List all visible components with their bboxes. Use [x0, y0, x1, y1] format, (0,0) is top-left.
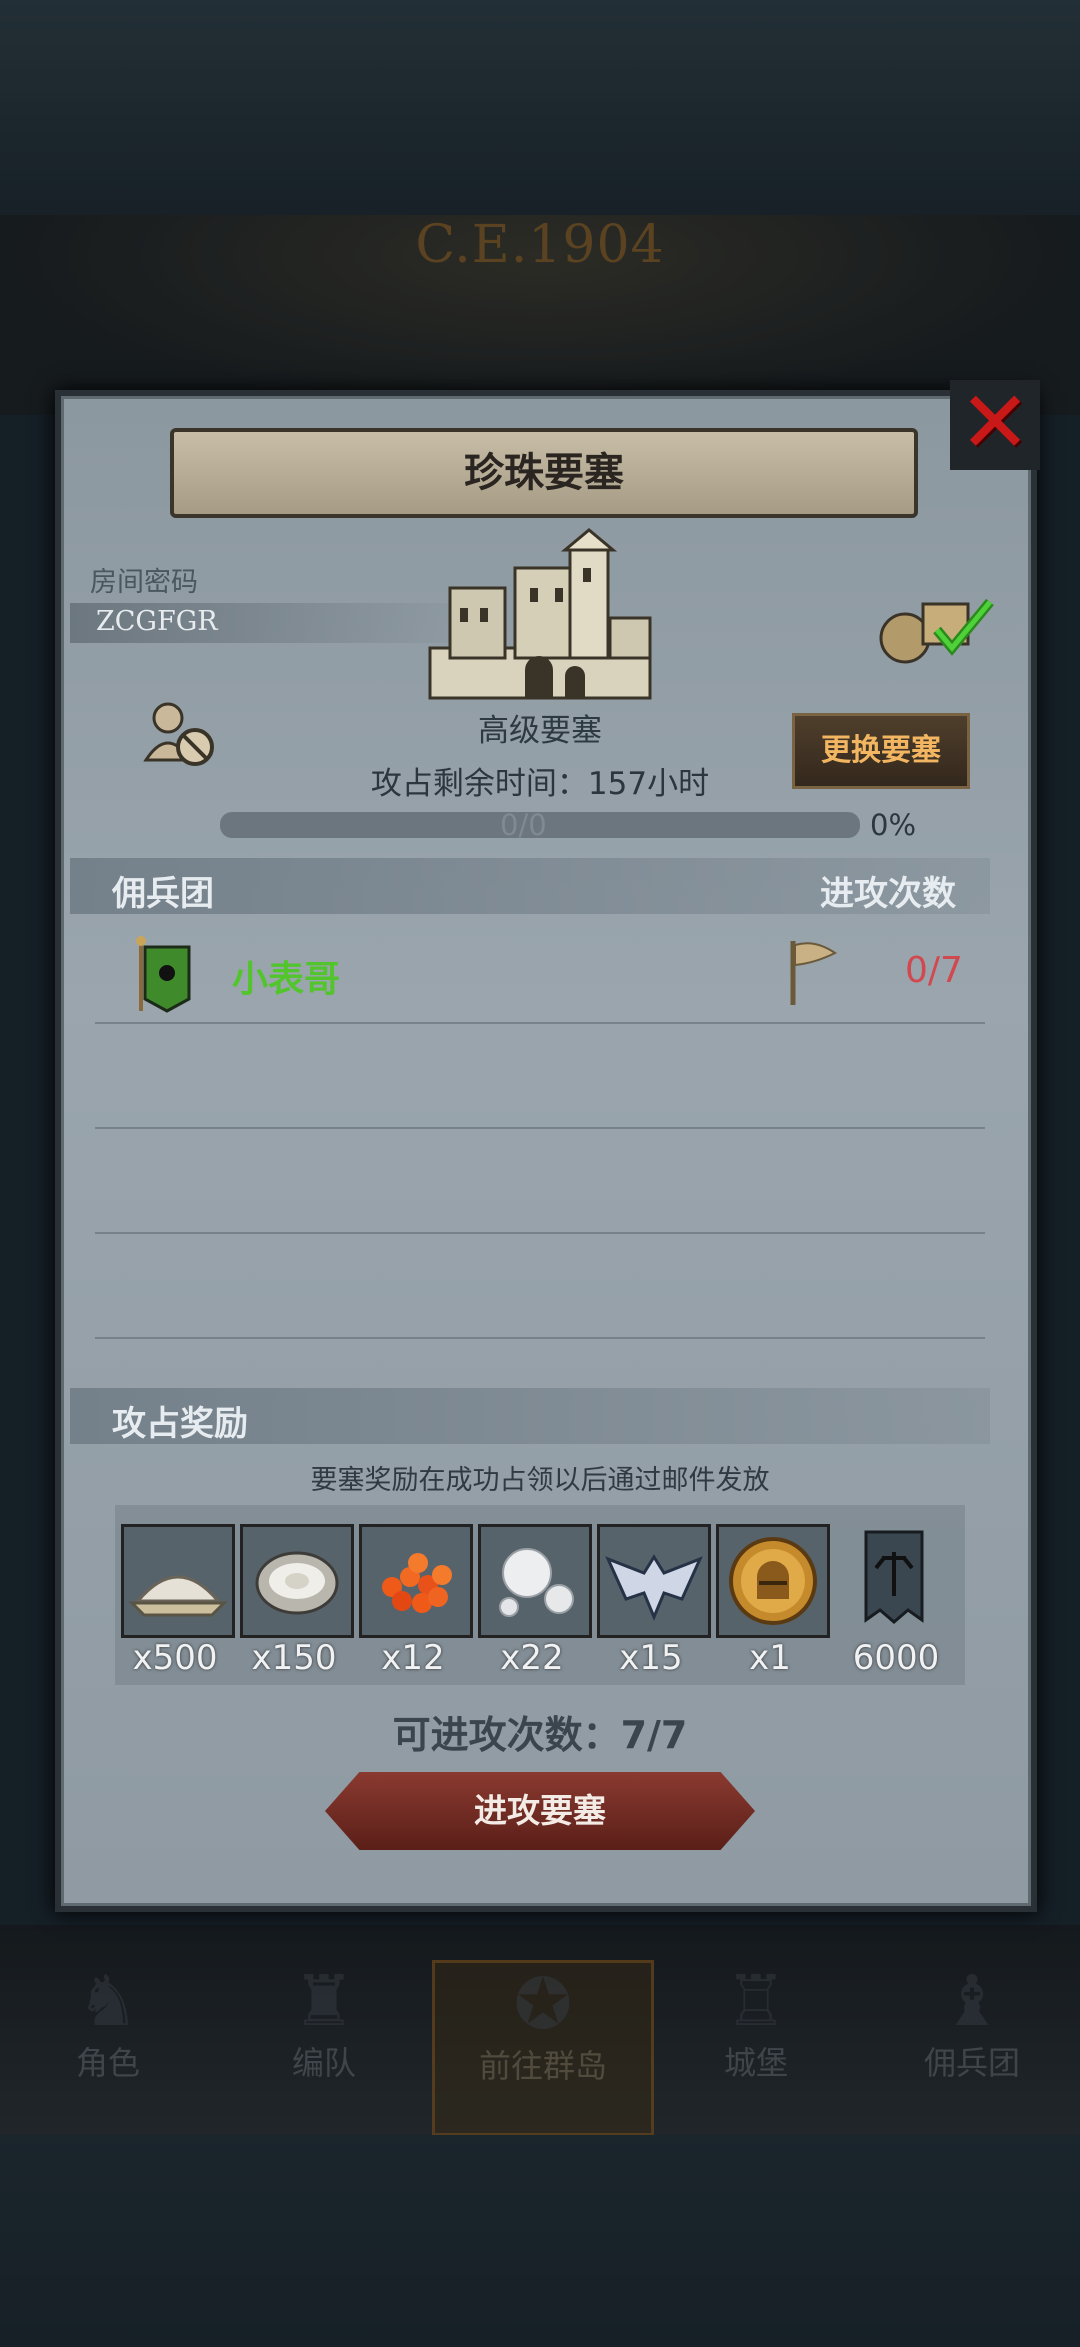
- attack-times-header: 进攻次数: [820, 874, 956, 914]
- flag-icon: [785, 937, 840, 1011]
- room-code[interactable]: ZCGFGR: [96, 606, 218, 637]
- row-divider: [95, 1022, 985, 1024]
- supply-bags-check-icon[interactable]: [875, 590, 1000, 669]
- close-icon: ✕: [958, 373, 1032, 473]
- reward-qty: x12: [381, 1638, 445, 1678]
- fortress-castle-icon: [420, 528, 660, 707]
- reward-qty: x22: [500, 1638, 564, 1678]
- guild-name[interactable]: 小表哥: [232, 950, 340, 1002]
- reward-qty: x15: [619, 1638, 683, 1678]
- reward-slot[interactable]: [240, 1524, 354, 1638]
- no-entry-user-icon[interactable]: [140, 700, 220, 774]
- reward-slot[interactable]: [716, 1524, 830, 1638]
- reward-qty: x150: [251, 1638, 337, 1678]
- reward-slot[interactable]: [121, 1524, 235, 1638]
- knight-helmet-coin-icon: [729, 1537, 817, 1625]
- guild-banner-icon[interactable]: [860, 1528, 928, 1637]
- reward-slot[interactable]: [597, 1524, 711, 1638]
- available-attacks: 可进攻次数：7/7: [392, 1713, 688, 1757]
- rewards-header: 攻占奖励: [112, 1404, 248, 1444]
- capture-time-remaining: 攻占剩余时间：157小时: [370, 766, 710, 802]
- progress-percent: 0%: [870, 808, 917, 842]
- change-fortress-button[interactable]: 更换要塞: [792, 713, 970, 789]
- salt-pile-icon: [128, 1575, 228, 1617]
- reward-slot[interactable]: [478, 1524, 592, 1638]
- room-password-label: 房间密码: [90, 567, 198, 598]
- mercenary-header: 佣兵团: [112, 874, 214, 914]
- close-button[interactable]: ✕: [950, 380, 1040, 470]
- rewards-note: 要塞奖励在成功占领以后通过邮件发放: [310, 1465, 770, 1496]
- reward-qty: x500: [132, 1638, 218, 1678]
- reward-qty: x1: [749, 1638, 791, 1678]
- row-divider: [95, 1232, 985, 1234]
- oyster-icon: [255, 1551, 339, 1615]
- fortress-level-label: 高级要塞: [478, 713, 602, 749]
- reward-slot[interactable]: [359, 1524, 473, 1638]
- progress-value: 0/0: [500, 808, 547, 842]
- row-divider: [95, 1127, 985, 1129]
- pearls-icon: [499, 1548, 574, 1617]
- dialog-title: 珍珠要塞: [170, 428, 918, 518]
- winged-emblem-icon: [605, 1554, 703, 1621]
- guild-attack-count: 0/7: [905, 950, 963, 991]
- reward-qty: 6000: [852, 1638, 940, 1678]
- fish-roe-icon: [382, 1553, 452, 1613]
- row-divider: [95, 1337, 985, 1339]
- attack-fortress-button[interactable]: 进攻要塞: [325, 1772, 755, 1850]
- guild-emblem-icon: [135, 935, 195, 1019]
